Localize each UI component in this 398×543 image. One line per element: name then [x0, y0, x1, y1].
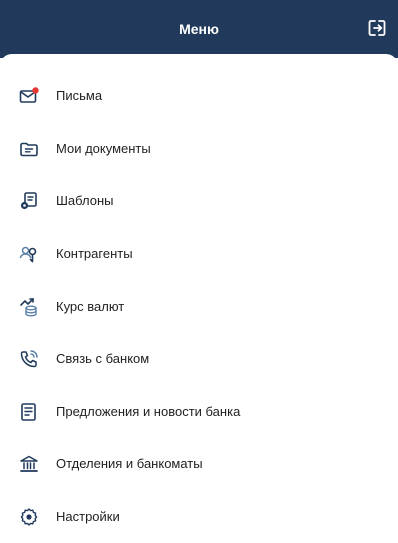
menu-item-bank-contact[interactable]: Связь с банком — [0, 333, 398, 386]
bank-icon — [18, 453, 40, 475]
menu-item-label: Отделения и банкоматы — [56, 456, 203, 472]
menu-sheet: Письма Мои документы Шаблоны Контрагенты… — [0, 54, 398, 526]
menu-item-counterparties[interactable]: Контрагенты — [0, 228, 398, 281]
folder-icon — [18, 138, 40, 160]
menu-item-my-documents[interactable]: Мои документы — [0, 123, 398, 176]
menu-item-templates[interactable]: Шаблоны — [0, 175, 398, 228]
menu-item-label: Шаблоны — [56, 193, 114, 209]
settings-icon — [18, 506, 40, 528]
menu-item-label: Настройки — [56, 509, 120, 525]
page-title: Меню — [179, 21, 219, 37]
logout-button[interactable] — [366, 17, 388, 39]
counterparties-icon — [18, 243, 40, 265]
menu-item-label: Предложения и новости банка — [56, 403, 241, 419]
header-bar: Меню — [0, 0, 398, 58]
template-icon — [18, 190, 40, 212]
menu-item-label: Письма — [56, 88, 103, 104]
menu-item-settings[interactable]: Настройки — [0, 491, 398, 543]
phone-icon — [18, 348, 40, 370]
menu-list: Письма Мои документы Шаблоны Контрагенты… — [0, 70, 398, 543]
currency-rate-icon — [18, 296, 40, 318]
menu-item-offers-news[interactable]: Предложения и новости банка — [0, 386, 398, 439]
news-icon — [18, 401, 40, 423]
menu-item-label: Мои документы — [56, 140, 151, 156]
logout-icon — [368, 20, 386, 36]
menu-item-branches-atms[interactable]: Отделения и банкоматы — [0, 438, 398, 491]
mail-icon — [18, 85, 40, 107]
menu-item-label: Контрагенты — [56, 246, 133, 262]
menu-item-currency-rate[interactable]: Курс валют — [0, 280, 398, 333]
menu-item-label: Связь с банком — [56, 351, 150, 367]
menu-item-letters[interactable]: Письма — [0, 70, 398, 123]
menu-item-label: Курс валют — [56, 298, 125, 314]
